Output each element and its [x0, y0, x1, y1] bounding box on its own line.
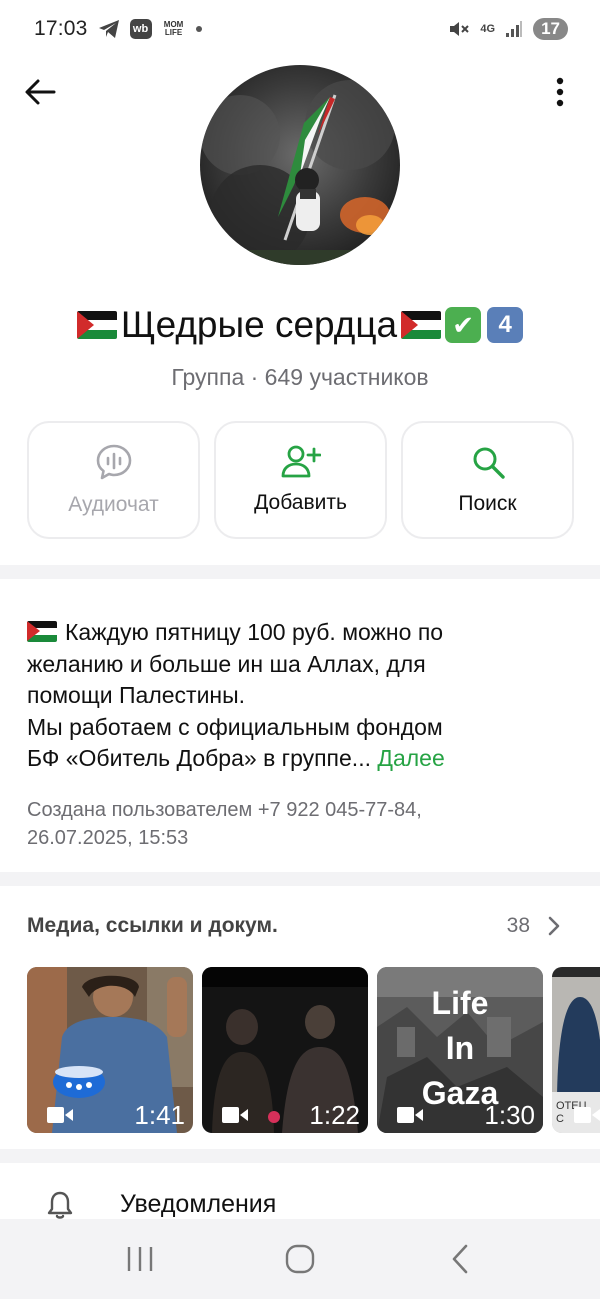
- more-options-button[interactable]: [542, 74, 578, 110]
- description-line: желанию и больше ин ша Аллах, для: [27, 650, 426, 677]
- video-camera-icon: [574, 1106, 600, 1124]
- palestine-flag-icon: [76, 311, 117, 339]
- description-line: помощи Палестины.: [27, 682, 246, 708]
- screen: 17:03 wb MOM LIFE 4G 17 Щедрые сердца ✔ …: [0, 0, 600, 1299]
- description-line: БФ «Обитель Добра» в группе... Далее: [27, 745, 445, 771]
- video-duration: 1:30: [484, 1099, 535, 1130]
- status-right: 4G 17: [448, 18, 568, 40]
- svg-text:In: In: [446, 1030, 474, 1066]
- recent-apps-icon: [127, 1247, 153, 1271]
- telegram-icon: [98, 19, 120, 39]
- read-more-link[interactable]: Далее: [377, 745, 444, 771]
- add-member-button[interactable]: Добавить: [214, 421, 387, 539]
- media-count: 38: [506, 914, 530, 937]
- more-vertical-icon: [556, 77, 564, 107]
- group-subtitle: Группа · 649 участников: [171, 364, 429, 390]
- home-icon: [285, 1244, 315, 1274]
- created-by-line: Создана пользователем +7 922 045-77-84,: [27, 798, 422, 821]
- video-camera-icon: [222, 1106, 248, 1124]
- back-nav-button[interactable]: [430, 1229, 490, 1289]
- status-bar: 17:03 wb MOM LIFE 4G 17: [0, 0, 600, 58]
- audio-chat-label: Аудиочат: [68, 493, 159, 516]
- action-buttons: Аудиочат Добавить Поиск: [27, 421, 574, 539]
- recent-apps-button[interactable]: [110, 1229, 170, 1289]
- created-date-line: 26.07.2025, 15:53: [27, 826, 189, 849]
- notifications-row[interactable]: Уведомления: [0, 1163, 600, 1223]
- video-camera-icon: [397, 1106, 423, 1124]
- media-thumbnails: 1:41 1:22 Life In Gaza 1:30 ОТЕЦ С: [27, 967, 600, 1133]
- number-badge: 4: [487, 307, 524, 343]
- audio-chat-button[interactable]: Аудиочат: [27, 421, 200, 539]
- home-button[interactable]: [270, 1229, 330, 1289]
- description-line: Мы работаем с официальным фондом: [27, 713, 443, 740]
- add-user-icon: [281, 445, 321, 478]
- back-button[interactable]: [22, 74, 58, 110]
- thumbnail-overlay: 1:30: [377, 1097, 543, 1133]
- media-thumbnail[interactable]: ОТЕЦ С: [552, 967, 600, 1133]
- arrow-left-icon: [25, 79, 56, 105]
- thumbnail-overlay: 1:41: [27, 1097, 193, 1133]
- media-thumbnail[interactable]: Life In Gaza 1:30: [377, 967, 543, 1133]
- group-header: Щедрые сердца ✔ 4 Группа · 649 участнико…: [0, 58, 600, 565]
- add-member-label: Добавить: [254, 491, 347, 514]
- group-description: Каждую пятницу 100 руб. можно по желанию…: [27, 617, 573, 775]
- search-icon: [473, 447, 505, 479]
- description-line: Каждую пятницу 100 руб. можно по: [27, 617, 573, 649]
- group-title: Щедрые сердца ✔ 4: [0, 304, 600, 346]
- media-section: Медиа, ссылки и докум. 38 1:41 1:22 Life…: [0, 886, 600, 1149]
- search-label: Поиск: [458, 492, 517, 515]
- media-title: Медиа, ссылки и докум.: [27, 914, 278, 937]
- status-left: 17:03 wb MOM LIFE: [34, 17, 202, 41]
- mom-life-icon: MOM LIFE: [163, 20, 184, 37]
- chevron-left-icon: [452, 1244, 468, 1274]
- palestine-flag-icon: [27, 621, 57, 642]
- dot-icon: [195, 26, 202, 32]
- thumbnail-overlay: 1:22: [202, 1097, 368, 1133]
- video-camera-icon: [47, 1106, 73, 1124]
- media-thumbnail[interactable]: 1:22: [202, 967, 368, 1133]
- group-description-card: Каждую пятницу 100 руб. можно по желанию…: [0, 579, 600, 872]
- audio-chat-icon: [96, 444, 131, 480]
- chevron-right-icon: [548, 916, 560, 936]
- notifications-label: Уведомления: [120, 1190, 277, 1218]
- svg-text:Life: Life: [432, 985, 489, 1021]
- check-mark-icon: ✔: [445, 307, 482, 343]
- group-avatar[interactable]: [200, 65, 400, 265]
- mute-icon: [448, 19, 470, 39]
- network-label: 4G: [480, 23, 496, 35]
- media-thumbnail[interactable]: 1:41: [27, 967, 193, 1133]
- wb-icon: wb: [129, 19, 152, 39]
- media-header[interactable]: Медиа, ссылки и докум. 38: [27, 914, 560, 938]
- palestine-flag-icon: [401, 311, 442, 339]
- system-nav-bar: [0, 1219, 600, 1299]
- thumbnail-overlay: [552, 1097, 600, 1133]
- signal-icon: [505, 20, 523, 38]
- created-by-info: Создана пользователем +7 922 045-77-84, …: [27, 796, 573, 852]
- group-title-text: Щедрые сердца: [120, 304, 398, 345]
- status-time: 17:03: [34, 17, 88, 40]
- battery-badge: 17: [533, 18, 568, 40]
- video-duration: 1:22: [309, 1099, 360, 1130]
- video-duration: 1:41: [134, 1099, 185, 1130]
- search-button[interactable]: Поиск: [401, 421, 574, 539]
